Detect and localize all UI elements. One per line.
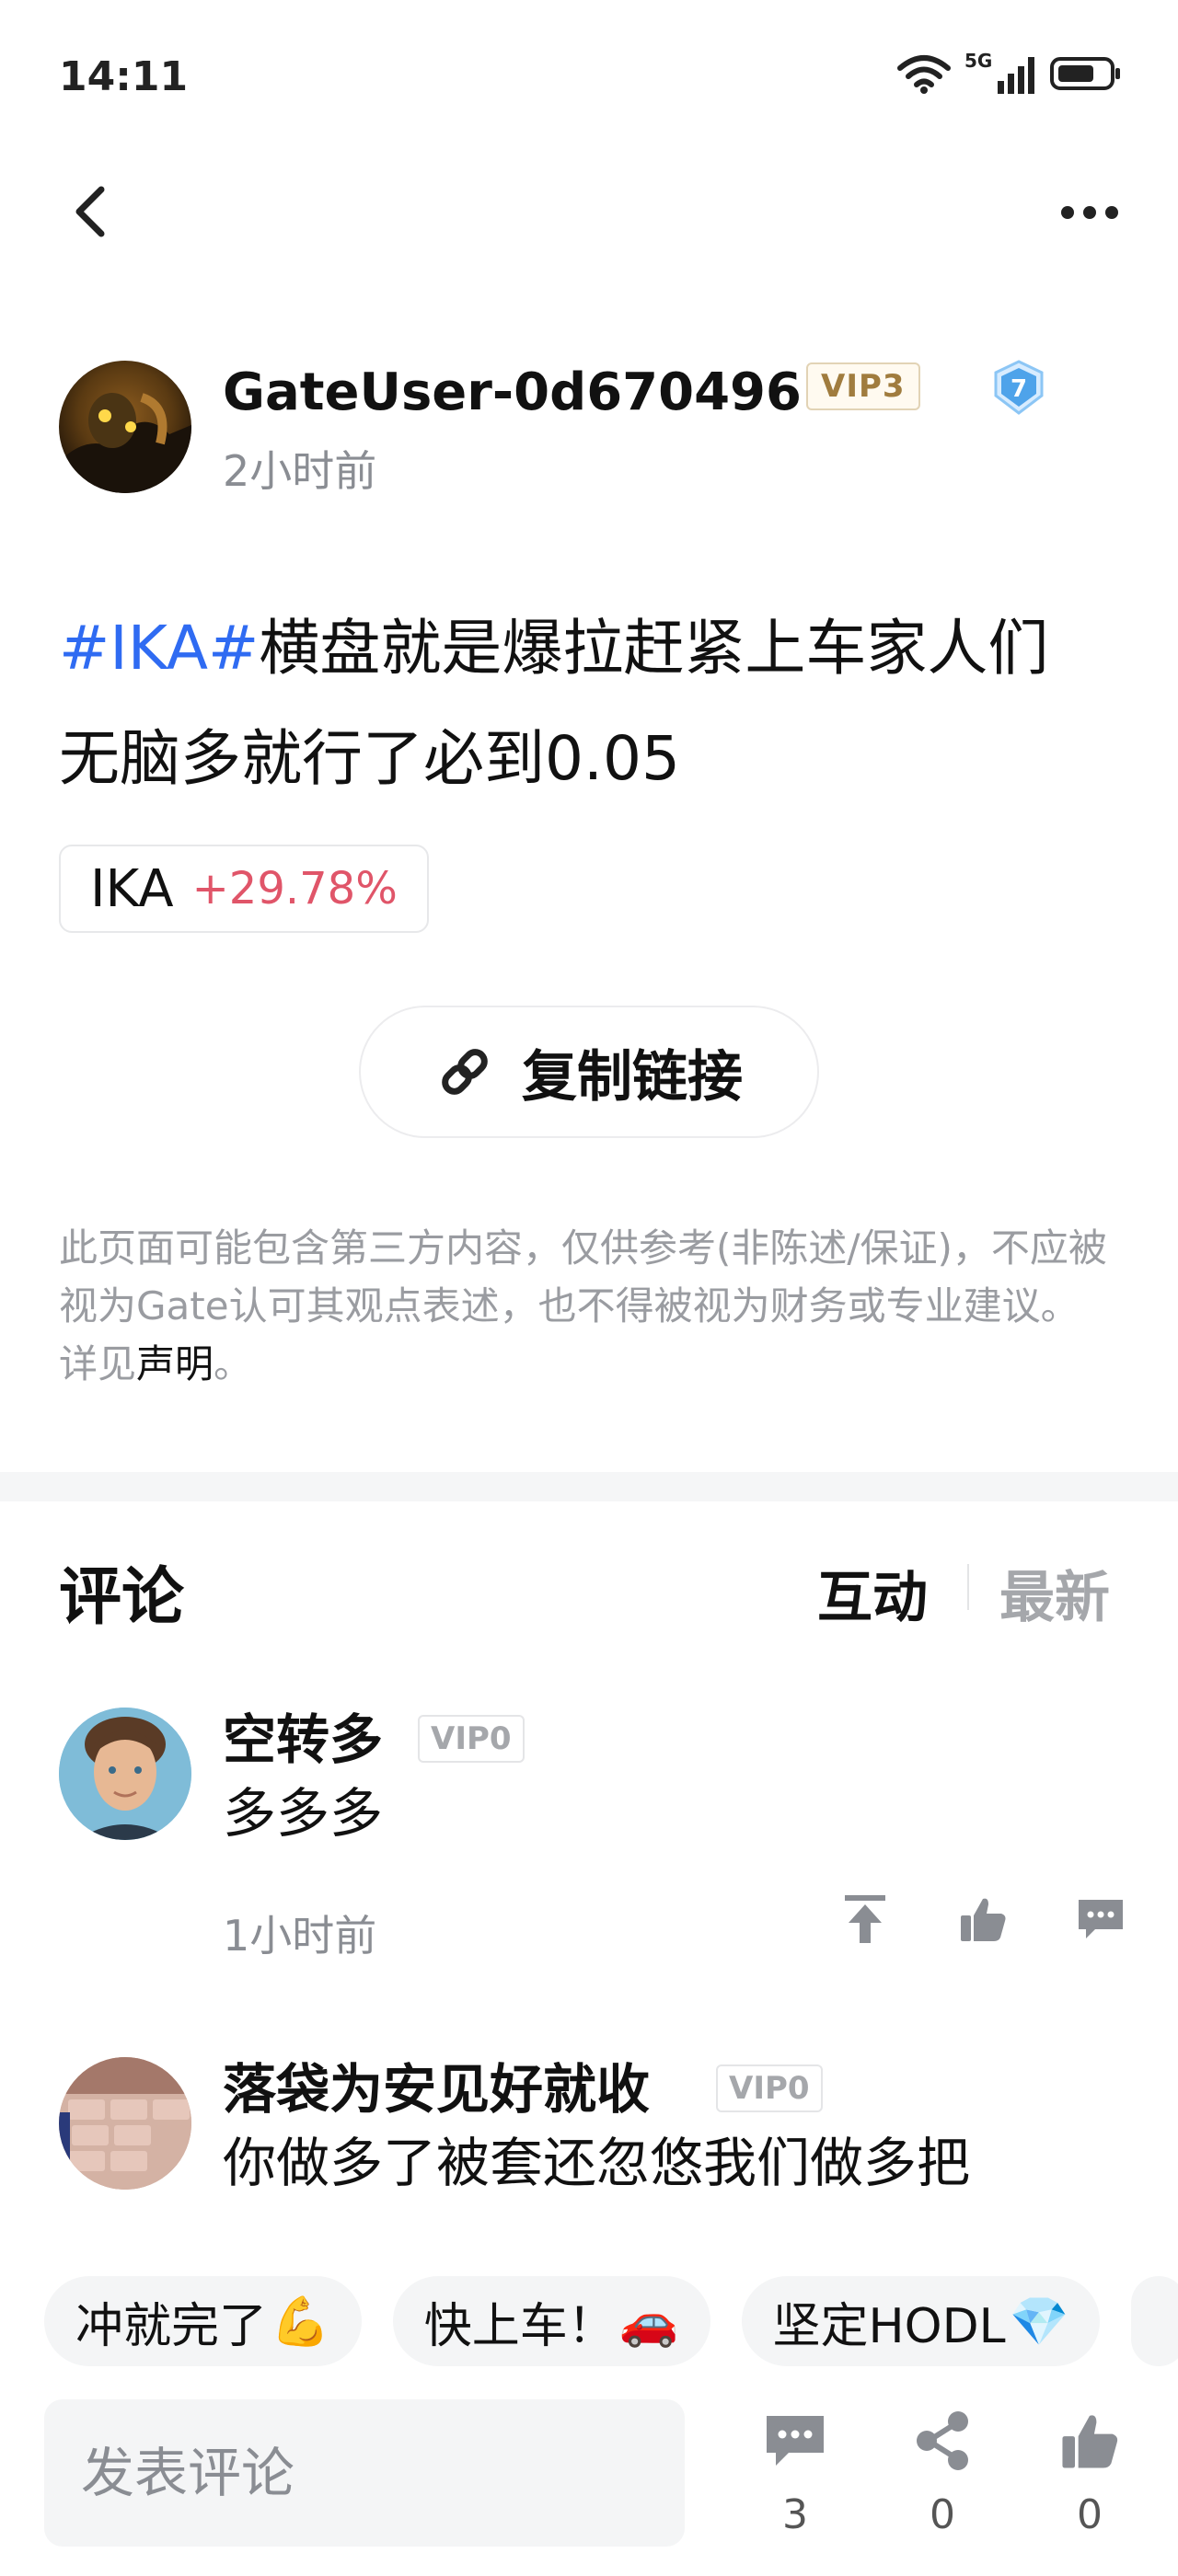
thumbs-up-icon bbox=[961, 1898, 1006, 1941]
vip-badge: VIP3 bbox=[806, 362, 920, 410]
comment-text: 你做多了被套还忽悠我们做多把 bbox=[223, 2132, 971, 2194]
commenter-avatar[interactable] bbox=[59, 1708, 191, 1840]
comment-time: 1小时前 bbox=[223, 1911, 377, 1961]
share-count: 0 bbox=[930, 2491, 955, 2538]
disclaimer-end: 。 bbox=[214, 1341, 253, 1386]
disclaimer-link[interactable]: 声明 bbox=[136, 1341, 214, 1386]
token-chip[interactable]: IKA +29.78% bbox=[59, 845, 429, 933]
post-author: GateUser-0d670496 VIP3 7 2小时前 bbox=[59, 360, 1117, 499]
quick-reply-chip[interactable]: 快上车！ 🚗 bbox=[392, 2276, 710, 2366]
comment-count: 3 bbox=[782, 2491, 808, 2538]
share-button[interactable]: 0 bbox=[896, 2409, 988, 2538]
commenter-name[interactable]: 空转多 bbox=[223, 1708, 383, 1772]
sort-tab-new[interactable]: 最新 bbox=[999, 1553, 1110, 1633]
quick-reply-text: 坚定HODL bbox=[772, 2298, 1006, 2354]
share-icon bbox=[917, 2411, 968, 2470]
commenter-name[interactable]: 落袋为安见好就收 bbox=[223, 2057, 650, 2122]
battery-icon bbox=[1050, 57, 1120, 90]
more-horizontal-icon bbox=[1061, 206, 1074, 219]
car-icon: 🚗 bbox=[618, 2294, 679, 2350]
status-bar: 14:11 5G bbox=[0, 0, 1178, 156]
comment-text: 多多多 bbox=[223, 1782, 384, 1845]
token-symbol: IKA bbox=[90, 858, 174, 919]
quick-reply-text: 冲就完了 bbox=[75, 2298, 268, 2354]
bottom-bar: 发表评论 3 0 0 bbox=[0, 2383, 1178, 2576]
copy-link-label: 复制链接 bbox=[522, 1044, 743, 1110]
link-icon bbox=[442, 1049, 488, 1095]
pin-top-icon bbox=[845, 1895, 885, 1943]
network-type: 5G bbox=[964, 50, 993, 72]
quick-reply-chip-partial[interactable] bbox=[1131, 2276, 1178, 2366]
quick-reply-text: 快上车！ bbox=[423, 2298, 616, 2354]
avatar-illustration bbox=[59, 2057, 191, 2190]
copy-link-button[interactable]: 复制链接 bbox=[359, 1006, 819, 1138]
comment-item: 空转多 VIP0 多多多 1小时前 bbox=[59, 1708, 1126, 1984]
comments-count-button[interactable]: 3 bbox=[749, 2409, 841, 2538]
avatar-illustration bbox=[59, 1708, 191, 1840]
sort-divider bbox=[967, 1564, 969, 1610]
token-change: +29.78% bbox=[191, 863, 398, 914]
chevron-left-icon bbox=[75, 186, 105, 237]
level-number: 7 bbox=[1011, 375, 1027, 403]
thumbs-up-icon bbox=[1062, 2415, 1118, 2468]
level-shield-icon: 7 bbox=[994, 360, 1044, 415]
pin-button[interactable] bbox=[839, 1893, 891, 1945]
commenter-avatar[interactable] bbox=[59, 2057, 191, 2190]
back-button[interactable] bbox=[63, 184, 118, 239]
comment-bubble-icon bbox=[1079, 1900, 1123, 1938]
comments-title: 评论 bbox=[59, 1561, 185, 1634]
cellular-signal-icon: 5G bbox=[964, 50, 1034, 94]
sort-tab-hot[interactable]: 互动 bbox=[817, 1553, 928, 1633]
quick-replies: 冲就完了 💪 快上车！ 🚗 坚定HODL 💎 bbox=[44, 2276, 1178, 2366]
author-name[interactable]: GateUser-0d670496 bbox=[223, 361, 802, 425]
post-time: 2小时前 bbox=[223, 446, 377, 496]
section-divider bbox=[0, 1472, 1178, 1501]
like-count: 0 bbox=[1077, 2491, 1103, 2538]
comment-bubble-icon bbox=[767, 2416, 824, 2466]
hashtag-link[interactable]: #IKA# bbox=[59, 613, 259, 684]
reply-button[interactable] bbox=[1075, 1893, 1126, 1945]
commenter-vip-badge: VIP0 bbox=[418, 1715, 525, 1763]
like-post-button[interactable]: 0 bbox=[1044, 2409, 1136, 2538]
flexed-biceps-icon: 💪 bbox=[271, 2294, 330, 2350]
avatar-illustration bbox=[59, 393, 191, 493]
comment-item: 落袋为安见好就收 VIP0 你做多了被套还忽悠我们做多把 bbox=[59, 2057, 1126, 2204]
comment-input[interactable]: 发表评论 bbox=[44, 2399, 685, 2547]
commenter-vip-badge: VIP0 bbox=[716, 2064, 823, 2112]
status-time: 14:11 bbox=[59, 53, 189, 100]
wifi-icon bbox=[897, 55, 951, 94]
disclaimer: 此页面可能包含第三方内容，仅供参考(非陈述/保证)，不应被视为Gate认可其观点… bbox=[59, 1219, 1117, 1393]
status-icons: 5G bbox=[896, 50, 1123, 94]
like-button[interactable] bbox=[957, 1893, 1009, 1945]
post-content: #IKA#横盘就是爆拉赶紧上车家人们 无脑多就行了必到0.05 bbox=[59, 593, 1117, 814]
quick-reply-chip[interactable]: 冲就完了 💪 bbox=[44, 2276, 362, 2366]
author-avatar[interactable] bbox=[59, 361, 191, 493]
more-button[interactable] bbox=[1053, 191, 1126, 234]
gem-icon: 💎 bbox=[1009, 2294, 1069, 2350]
comment-actions bbox=[839, 1893, 1126, 1945]
quick-reply-chip[interactable]: 坚定HODL 💎 bbox=[741, 2276, 1101, 2366]
